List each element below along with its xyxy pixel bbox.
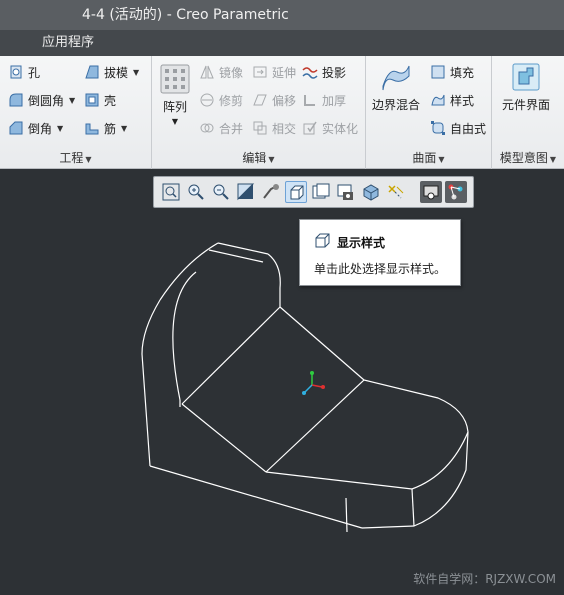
perspective-icon[interactable]	[360, 181, 382, 203]
annotation-icon[interactable]	[445, 181, 467, 203]
display-style-icon[interactable]	[285, 181, 307, 203]
zoom-fit-icon[interactable]	[160, 181, 182, 203]
orient-icon[interactable]	[260, 181, 282, 203]
saved-views-icon[interactable]	[310, 181, 332, 203]
zoom-out-icon[interactable]	[210, 181, 232, 203]
coordinate-triad	[302, 371, 325, 395]
part-wireframe	[141, 242, 469, 533]
watermark: 软件自学网：RJZXW.COM	[413, 572, 556, 586]
tooltip-description: 单击此处选择显示样式。	[314, 262, 447, 276]
view-toolbar	[153, 176, 474, 208]
display-style-tooltip: 显示样式 单击此处选择显示样式。	[299, 219, 461, 286]
datum-display-icon[interactable]	[385, 181, 407, 203]
model-viewport[interactable]	[0, 0, 564, 595]
zoom-in-icon[interactable]	[185, 181, 207, 203]
repaint-icon[interactable]	[235, 181, 257, 203]
tooltip-title: 显示样式	[337, 236, 386, 250]
spin-center-icon[interactable]	[420, 181, 442, 203]
display-style-tooltip-icon	[314, 233, 330, 252]
section-icon[interactable]	[335, 181, 357, 203]
